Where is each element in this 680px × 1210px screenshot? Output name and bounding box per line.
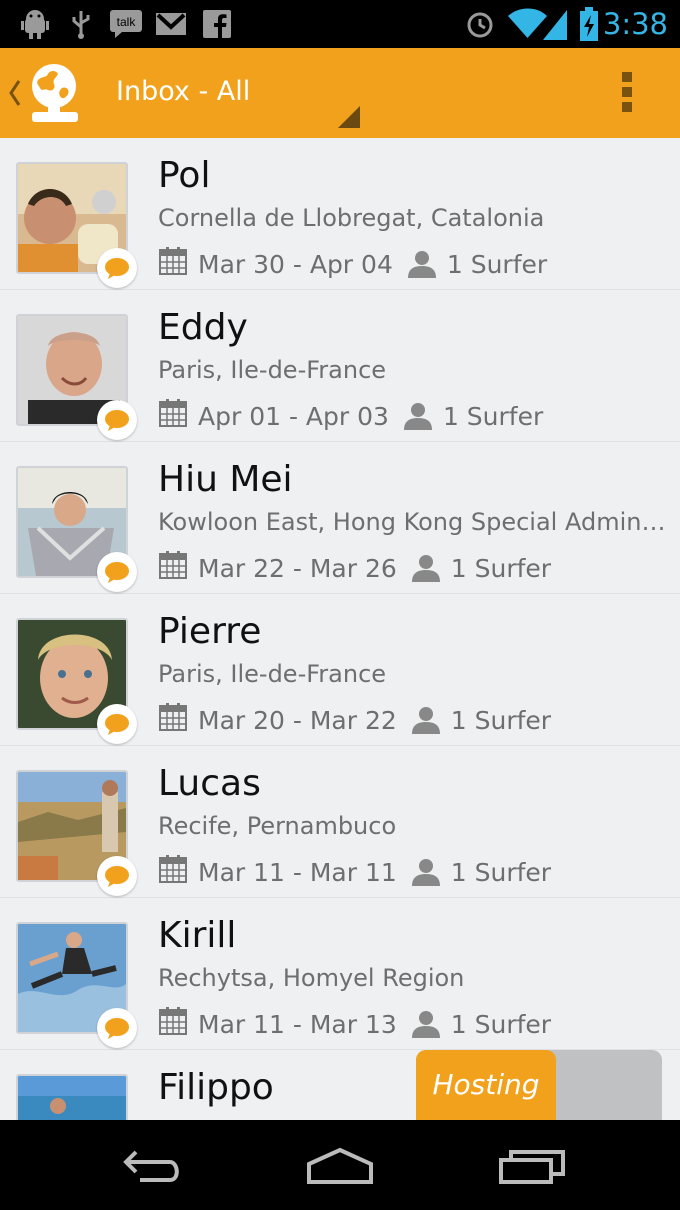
request-meta: Mar 20 - Mar 22 1 Surfer	[158, 702, 551, 738]
alarm-icon	[464, 8, 496, 40]
calendar-icon	[158, 398, 188, 434]
request-meta: Mar 11 - Mar 11 1 Surfer	[158, 854, 551, 890]
contact-location: Rechytsa, Homyel Region	[158, 964, 465, 992]
person-icon	[407, 250, 437, 278]
message-badge-icon	[97, 1008, 137, 1048]
signal-icon	[543, 10, 567, 40]
contact-name: Pierre	[158, 611, 262, 652]
calendar-icon	[158, 1006, 188, 1042]
app-logo-icon[interactable]	[28, 62, 84, 124]
calendar-icon	[158, 550, 188, 586]
spinner-indicator-icon[interactable]	[338, 106, 360, 128]
contact-location: Kowloon East, Hong Kong Special Administ…	[158, 508, 668, 536]
surfer-count: 1 Surfer	[450, 705, 552, 735]
action-bar: Inbox - All	[0, 48, 680, 138]
action-bar-title[interactable]: Inbox - All	[116, 74, 250, 110]
avatar[interactable]	[16, 1074, 128, 1120]
contact-name: Kirill	[158, 915, 237, 956]
calendar-icon	[158, 702, 188, 738]
request-dates: Apr 01 - Apr 03	[198, 401, 389, 431]
inbox-row[interactable]: Eddy Paris, Ile-de-France Apr 01 - Apr 0…	[0, 290, 680, 442]
back-icon[interactable]	[112, 1142, 192, 1190]
gmail-icon	[154, 8, 188, 40]
surfer-count: 1 Surfer	[450, 857, 552, 887]
status-time: 3:38	[602, 7, 668, 41]
surfer-count: 1 Surfer	[450, 553, 552, 583]
person-icon	[411, 706, 441, 734]
contact-location: Paris, Ile-de-France	[158, 356, 387, 384]
home-icon[interactable]	[300, 1142, 380, 1190]
request-meta: Mar 30 - Apr 04 1 Surfer	[158, 246, 547, 282]
recent-apps-icon[interactable]	[492, 1142, 572, 1190]
person-icon	[403, 402, 433, 430]
message-badge-icon	[97, 552, 137, 592]
contact-name: Filippo	[158, 1067, 274, 1108]
wifi-icon	[506, 8, 570, 40]
talk-icon: talk	[108, 8, 144, 40]
surfer-count: 1 Surfer	[442, 401, 544, 431]
surfer-count: 1 Surfer	[446, 249, 548, 279]
request-dates: Mar 30 - Apr 04	[198, 249, 393, 279]
usb-icon	[68, 8, 94, 40]
hosting-toggle-label[interactable]: Hosting	[416, 1050, 556, 1120]
request-meta: Mar 11 - Mar 13 1 Surfer	[158, 1006, 551, 1042]
contact-name: Pol	[158, 155, 211, 196]
battery-charging-icon	[578, 7, 600, 41]
hosting-toggle[interactable]: Hosting	[416, 1050, 662, 1120]
contact-location: Cornella de Llobregat, Catalonia	[158, 204, 545, 232]
navigation-bar	[0, 1120, 680, 1210]
message-badge-icon	[97, 248, 137, 288]
android-debug-icon	[20, 8, 50, 40]
person-icon	[411, 1010, 441, 1038]
request-dates: Mar 11 - Mar 13	[198, 1009, 397, 1039]
contact-location: Recife, Pernambuco	[158, 812, 397, 840]
contact-name: Lucas	[158, 763, 261, 804]
contact-location: Paris, Ile-de-France	[158, 660, 387, 688]
inbox-row[interactable]: Pierre Paris, Ile-de-France Mar 20 - Mar…	[0, 594, 680, 746]
contact-name: Eddy	[158, 307, 248, 348]
calendar-icon	[158, 246, 188, 282]
request-dates: Mar 20 - Mar 22	[198, 705, 397, 735]
message-badge-icon	[97, 400, 137, 440]
facebook-icon	[202, 8, 232, 40]
surfer-count: 1 Surfer	[450, 1009, 552, 1039]
person-icon	[411, 554, 441, 582]
request-dates: Mar 11 - Mar 11	[198, 857, 397, 887]
calendar-icon	[158, 854, 188, 890]
request-meta: Mar 22 - Mar 26 1 Surfer	[158, 550, 551, 586]
message-badge-icon	[97, 856, 137, 896]
talk-label: talk	[117, 15, 137, 29]
inbox-list[interactable]: Pol Cornella de Llobregat, Catalonia Mar…	[0, 138, 680, 1120]
person-icon	[411, 858, 441, 886]
inbox-row[interactable]: Pol Cornella de Llobregat, Catalonia Mar…	[0, 138, 680, 290]
message-badge-icon	[97, 704, 137, 744]
up-chevron-icon[interactable]	[8, 78, 22, 112]
inbox-row[interactable]: Lucas Recife, Pernambuco Mar 11 - Mar 11…	[0, 746, 680, 898]
inbox-row[interactable]: Hiu Mei Kowloon East, Hong Kong Special …	[0, 442, 680, 594]
overflow-menu-icon[interactable]	[620, 72, 634, 112]
status-bar: talk 3:38	[0, 0, 680, 48]
request-meta: Apr 01 - Apr 03 1 Surfer	[158, 398, 543, 434]
inbox-row[interactable]: Kirill Rechytsa, Homyel Region Mar 11 - …	[0, 898, 680, 1050]
request-dates: Mar 22 - Mar 26	[198, 553, 397, 583]
contact-name: Hiu Mei	[158, 459, 293, 500]
